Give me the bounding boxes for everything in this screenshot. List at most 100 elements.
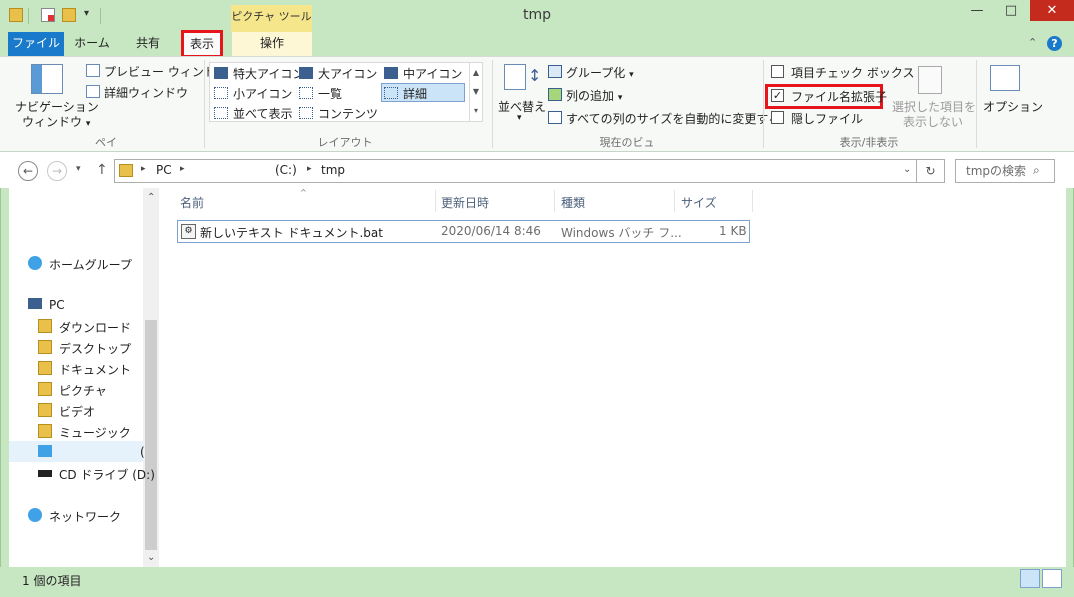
up-button[interactable]: ↑ xyxy=(96,162,108,178)
breadcrumb-drive[interactable]: (C:) xyxy=(275,163,297,177)
column-divider[interactable] xyxy=(752,190,753,212)
minimize-ribbon-icon[interactable]: ⌃ xyxy=(1028,36,1037,49)
close-button[interactable]: ✕ xyxy=(1030,0,1074,21)
add-columns-icon xyxy=(548,88,562,101)
address-bar[interactable] xyxy=(114,159,917,183)
column-divider[interactable] xyxy=(554,190,555,212)
pc-icon xyxy=(28,298,42,309)
column-header-name[interactable]: 名前 xyxy=(180,194,204,211)
details-view-button[interactable] xyxy=(1020,569,1040,588)
videos-icon xyxy=(38,403,52,417)
tab-manage[interactable]: 操作 xyxy=(232,32,312,56)
preview-pane-icon[interactable] xyxy=(86,64,100,77)
sort-by-icon[interactable] xyxy=(504,64,526,90)
breadcrumb-tmp[interactable]: tmp xyxy=(321,163,345,177)
nav-cd-drive[interactable]: CD ドライブ (D:) xyxy=(59,466,155,483)
medium-icons-icon xyxy=(384,67,398,79)
minimize-button[interactable]: — xyxy=(962,0,992,21)
nav-pc[interactable]: PC xyxy=(49,298,65,312)
forward-button[interactable]: → xyxy=(47,161,67,181)
item-checkboxes-checkbox[interactable] xyxy=(771,65,784,78)
layout-content[interactable]: コンテンツ xyxy=(318,105,378,122)
back-button[interactable]: ← xyxy=(18,161,38,181)
hidden-items-checkbox[interactable] xyxy=(771,111,784,124)
list-icon xyxy=(299,87,313,99)
tab-view[interactable]: 表示 xyxy=(181,30,223,58)
breadcrumb-separator-icon[interactable]: ▸ xyxy=(180,164,185,174)
column-header-size[interactable]: サイズ xyxy=(681,194,717,211)
column-header-modified[interactable]: 更新日時 xyxy=(441,194,489,211)
help-icon[interactable]: ? xyxy=(1047,36,1062,51)
details-pane-icon[interactable] xyxy=(86,85,100,98)
column-header-type[interactable]: 種類 xyxy=(561,194,585,211)
nav-drive-c-selected[interactable] xyxy=(9,441,143,462)
large-icons-view-button[interactable] xyxy=(1042,569,1062,588)
recent-locations-icon[interactable]: ▾ xyxy=(76,164,81,174)
details-icon xyxy=(384,87,398,99)
hidden-items-label[interactable]: 隠しファイル xyxy=(791,110,863,127)
details-pane-button[interactable]: 詳細ウィンドウ xyxy=(104,84,188,101)
layout-tiles[interactable]: 並べて表示 xyxy=(233,105,293,122)
layout-details[interactable]: 詳細 xyxy=(403,85,427,102)
nav-pictures[interactable]: ピクチャ xyxy=(59,382,107,399)
folder-icon xyxy=(119,164,133,177)
navigation-pane-label-2[interactable]: ウィンドウ ▾ xyxy=(22,113,90,130)
group-divider xyxy=(763,60,764,148)
nav-videos[interactable]: ビデオ xyxy=(59,403,95,420)
desktop-icon xyxy=(38,340,52,354)
add-columns-button[interactable]: 列の追加 ▾ xyxy=(566,87,622,104)
group-by-button[interactable]: グループ化 ▾ xyxy=(566,64,634,81)
scroll-up-icon[interactable]: ⌃ xyxy=(147,192,155,203)
file-extensions-checkbox[interactable]: ✓ xyxy=(771,89,784,102)
layout-list[interactable]: 一覧 xyxy=(318,85,342,102)
nav-drive-c[interactable]: ( xyxy=(140,445,145,459)
layout-extra-large-icons[interactable]: 特大アイコン xyxy=(233,65,304,82)
options-icon[interactable] xyxy=(990,65,1020,91)
extra-large-icons-icon xyxy=(214,67,228,79)
address-dropdown-icon[interactable]: ⌄ xyxy=(903,164,911,175)
sort-indicator-icon: ^ xyxy=(300,188,307,197)
sort-by-button[interactable]: 並べ替え xyxy=(498,98,546,115)
status-bar xyxy=(0,567,1074,597)
tab-file[interactable]: ファイル xyxy=(8,32,64,56)
layout-large-icons[interactable]: 大アイコン xyxy=(318,65,377,82)
column-divider[interactable] xyxy=(435,190,436,212)
item-count: 1 個の項目 xyxy=(22,574,82,588)
options-button[interactable]: オプション xyxy=(983,98,1043,115)
nav-downloads[interactable]: ダウンロード xyxy=(59,319,131,336)
group-by-label: グループ化 xyxy=(566,66,626,80)
scroll-down-icon[interactable]: ⌄ xyxy=(147,552,155,563)
item-checkboxes-label[interactable]: 項目チェック ボックス xyxy=(791,64,914,81)
file-extensions-label[interactable]: ファイル名拡張子 xyxy=(791,88,887,105)
homegroup-icon xyxy=(28,256,42,270)
size-all-columns-button[interactable]: すべての列のサイズを自動的に変更する xyxy=(566,110,780,127)
nav-desktop[interactable]: デスクトップ xyxy=(59,340,131,357)
refresh-button[interactable]: ↻ xyxy=(917,159,945,183)
file-name[interactable]: 新しいテキスト ドキュメント.bat xyxy=(200,224,383,241)
breadcrumb-separator-icon[interactable]: ▸ xyxy=(307,164,312,174)
gallery-scroll[interactable]: ▲ ▼ ▾ xyxy=(469,63,482,121)
nav-homegroup[interactable]: ホームグループ xyxy=(49,256,132,273)
navigation-pane-icon[interactable] xyxy=(31,64,63,94)
nav-music[interactable]: ミュージック xyxy=(59,424,131,441)
breadcrumb-separator-icon[interactable]: ▸ xyxy=(141,164,146,174)
layout-small-icons[interactable]: 小アイコン xyxy=(233,85,292,102)
column-divider[interactable] xyxy=(674,190,675,212)
chevron-down-icon: ▾ xyxy=(629,70,634,80)
batch-file-icon: ⚙ xyxy=(181,224,196,239)
drive-c-icon xyxy=(38,445,52,457)
nav-network[interactable]: ネットワーク xyxy=(49,508,121,525)
downloads-icon xyxy=(38,319,52,333)
file-list xyxy=(159,188,1066,567)
layout-medium-icons[interactable]: 中アイコン xyxy=(403,65,462,82)
nav-scroll-thumb[interactable] xyxy=(145,320,157,550)
search-icon[interactable]: ⌕ xyxy=(1033,163,1040,178)
tab-home[interactable]: ホーム xyxy=(66,32,118,56)
search-input[interactable]: tmpの検索 xyxy=(955,159,1055,183)
breadcrumb-pc[interactable]: PC xyxy=(156,163,172,177)
nav-documents[interactable]: ドキュメント xyxy=(59,361,131,378)
context-tab-group-label: ピクチャ ツール xyxy=(231,5,312,32)
maximize-button[interactable]: □ xyxy=(996,0,1026,21)
tab-share[interactable]: 共有 xyxy=(122,32,174,56)
cd-drive-icon xyxy=(38,470,52,477)
